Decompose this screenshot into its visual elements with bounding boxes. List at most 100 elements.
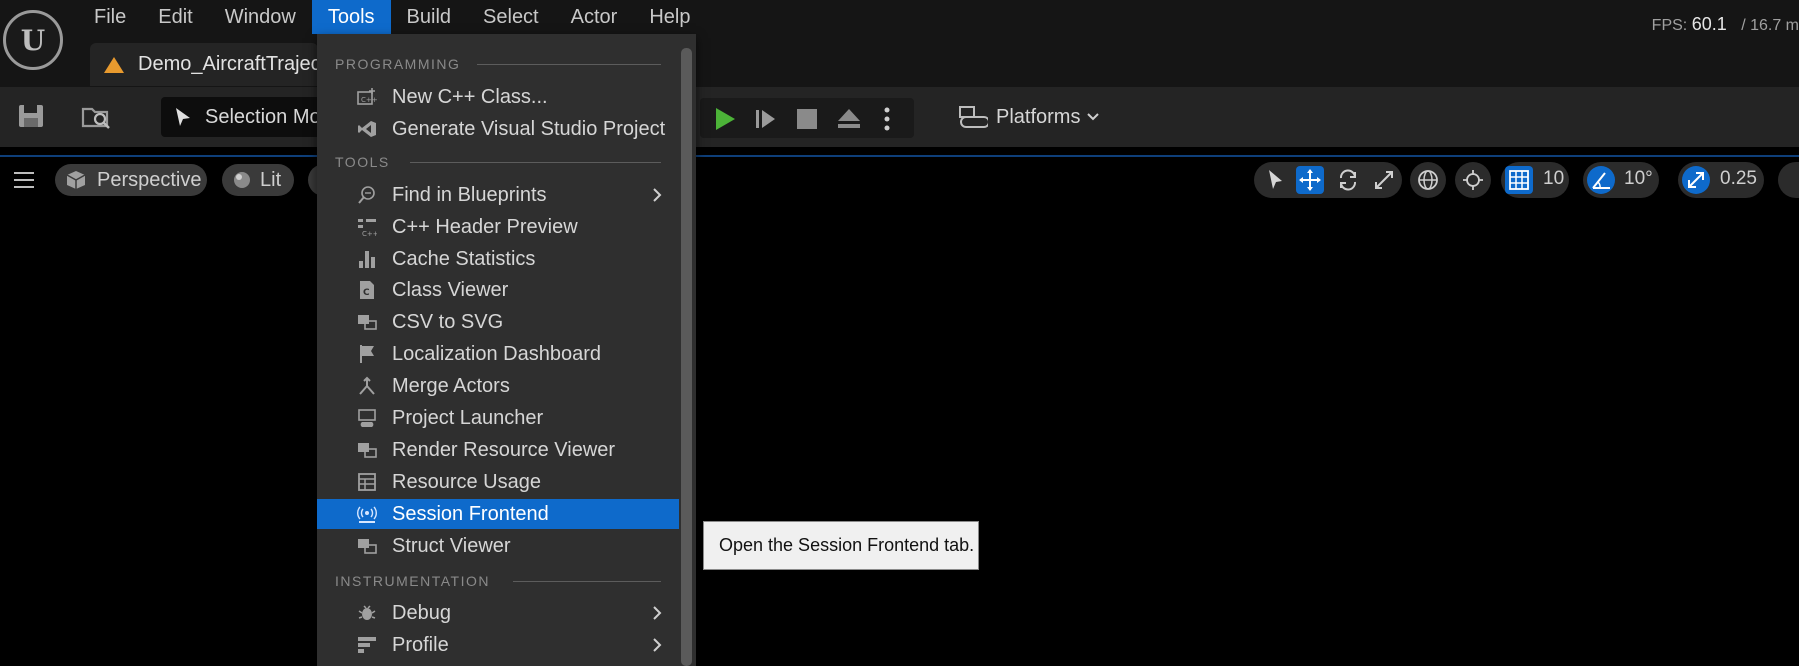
fps-label: FPS: bbox=[1651, 17, 1688, 34]
section-instrumentation-label: INSTRUMENTATION bbox=[335, 573, 490, 589]
menu-item-label: Merge Actors bbox=[392, 374, 510, 397]
level-warning-icon bbox=[104, 56, 124, 73]
menu-item-label: Class Viewer bbox=[392, 278, 509, 301]
menu-item-find-in-blueprints[interactable]: Find in Blueprints bbox=[317, 180, 679, 210]
globe-icon bbox=[1418, 170, 1438, 190]
gamepad-icon bbox=[959, 106, 988, 128]
platforms-label: Platforms bbox=[996, 105, 1081, 128]
more-options-icon[interactable] bbox=[882, 106, 892, 132]
bar-chart-icon bbox=[359, 251, 375, 268]
unreal-logo[interactable]: U bbox=[3, 10, 63, 70]
csv-svg-icon bbox=[358, 315, 377, 330]
menu-item-generate-vs-project[interactable]: Generate Visual Studio Project bbox=[317, 114, 679, 144]
grid-snap-value[interactable]: 10 bbox=[1543, 168, 1564, 190]
perspective-label: Perspective bbox=[97, 168, 202, 191]
header-preview-icon: C++ bbox=[358, 219, 377, 237]
menu-scrollbar[interactable] bbox=[681, 48, 692, 666]
eject-icon[interactable] bbox=[836, 107, 862, 131]
visual-studio-icon bbox=[358, 121, 376, 137]
advance-frame-icon[interactable] bbox=[754, 107, 778, 131]
menu-item-merge-actors[interactable]: Merge Actors bbox=[317, 371, 679, 401]
platforms-button[interactable]: Platforms bbox=[958, 100, 1100, 134]
save-icon[interactable] bbox=[15, 100, 47, 132]
menu-tools[interactable]: Tools bbox=[311, 0, 391, 34]
cpp-class-icon: C++ bbox=[357, 88, 377, 105]
struct-icon bbox=[358, 539, 377, 554]
play-icon[interactable] bbox=[712, 106, 738, 132]
fps-value: 60.1 bbox=[1691, 14, 1727, 34]
lit-button[interactable]: Lit bbox=[222, 164, 294, 196]
submenu-arrow-icon bbox=[653, 638, 662, 652]
menu-item-cpp-header-preview[interactable]: C++ C++ Header Preview bbox=[317, 212, 679, 242]
menu-item-label: Project Launcher bbox=[392, 406, 544, 429]
fps-readout: FPS: 60.1 / 16.7 m bbox=[1652, 14, 1799, 35]
menu-item-cache-statistics[interactable]: Cache Statistics bbox=[317, 244, 679, 274]
stop-icon[interactable] bbox=[796, 108, 818, 130]
section-programming: PROGRAMMING bbox=[335, 54, 665, 74]
play-controls bbox=[700, 98, 914, 138]
menu-file[interactable]: File bbox=[78, 0, 142, 34]
selection-mode-dropdown[interactable]: Selection Mo bbox=[161, 97, 321, 137]
section-divider bbox=[513, 581, 661, 582]
profile-icon bbox=[358, 637, 376, 653]
section-divider bbox=[410, 162, 661, 163]
launcher-icon bbox=[358, 409, 376, 427]
svg-text:C++: C++ bbox=[361, 96, 377, 104]
camera-speed-button[interactable] bbox=[1778, 162, 1799, 198]
scale-icon[interactable] bbox=[1372, 168, 1396, 192]
rotation-snap-value[interactable]: 10° bbox=[1624, 168, 1653, 190]
menu-item-session-frontend[interactable]: Session Frontend bbox=[317, 499, 679, 529]
menu-item-resource-usage[interactable]: Resource Usage bbox=[317, 467, 679, 497]
select-cursor-icon[interactable] bbox=[1264, 168, 1286, 192]
submenu-arrow-icon bbox=[653, 606, 662, 620]
menu-item-label: C++ Header Preview bbox=[392, 215, 578, 238]
section-instrumentation: INSTRUMENTATION bbox=[335, 571, 665, 591]
hamburger-menu-icon[interactable] bbox=[12, 170, 36, 190]
bug-icon bbox=[358, 605, 376, 620]
browse-content-icon[interactable] bbox=[80, 100, 112, 132]
perspective-button[interactable]: Perspective bbox=[55, 164, 207, 196]
section-divider bbox=[477, 64, 661, 65]
logo-glyph: U bbox=[20, 23, 46, 57]
svg-text:C++: C++ bbox=[362, 230, 377, 237]
menu-item-label: Resource Usage bbox=[392, 470, 541, 493]
frame-time: / 16.7 m bbox=[1741, 17, 1799, 34]
menu-item-label: Find in Blueprints bbox=[392, 183, 547, 206]
lit-label: Lit bbox=[260, 168, 282, 191]
menu-edit[interactable]: Edit bbox=[142, 0, 208, 34]
find-blueprints-icon bbox=[358, 186, 375, 204]
menu-item-profile[interactable]: Profile bbox=[317, 630, 679, 660]
broadcast-icon bbox=[357, 506, 377, 523]
menu-build[interactable]: Build bbox=[391, 0, 467, 34]
menu-item-label: Localization Dashboard bbox=[392, 342, 602, 365]
submenu-arrow-icon bbox=[653, 188, 662, 202]
table-icon bbox=[358, 473, 376, 491]
surface-snap-icon bbox=[1463, 170, 1483, 190]
grid-icon bbox=[1509, 170, 1529, 190]
menu-item-debug[interactable]: Debug bbox=[317, 598, 679, 628]
menu-item-render-resource-viewer[interactable]: Render Resource Viewer bbox=[317, 435, 679, 465]
class-viewer-icon: C bbox=[360, 281, 374, 299]
menu-item-csv-to-svg[interactable]: CSV to SVG bbox=[317, 307, 679, 337]
menu-item-localization-dashboard[interactable]: Localization Dashboard bbox=[317, 339, 679, 369]
menu-bar: File Edit Window Tools Build Select Acto… bbox=[78, 0, 706, 34]
lit-sphere-icon bbox=[234, 172, 250, 188]
level-tab[interactable]: Demo_AircraftTrajec bbox=[90, 43, 321, 86]
move-arrows-icon bbox=[1299, 169, 1321, 191]
angle-icon bbox=[1592, 172, 1610, 189]
scale-snap-value[interactable]: 0.25 bbox=[1720, 168, 1757, 190]
render-resource-icon bbox=[358, 443, 377, 458]
menu-item-label: Profile bbox=[392, 633, 449, 656]
menu-select[interactable]: Select bbox=[467, 0, 555, 34]
menu-window[interactable]: Window bbox=[209, 0, 312, 34]
tooltip: Open the Session Frontend tab. bbox=[703, 521, 979, 570]
menu-item-label: CSV to SVG bbox=[392, 310, 504, 333]
menu-item-struct-viewer[interactable]: Struct Viewer bbox=[317, 531, 679, 561]
menu-actor[interactable]: Actor bbox=[555, 0, 634, 34]
menu-item-class-viewer[interactable]: C Class Viewer bbox=[317, 275, 679, 305]
rotate-icon[interactable] bbox=[1336, 168, 1360, 192]
level-tab-name: Demo_AircraftTrajec bbox=[138, 53, 321, 75]
menu-item-project-launcher[interactable]: Project Launcher bbox=[317, 403, 679, 433]
menu-item-new-cpp-class[interactable]: C++ New C++ Class... bbox=[317, 82, 679, 112]
menu-help[interactable]: Help bbox=[633, 0, 706, 34]
